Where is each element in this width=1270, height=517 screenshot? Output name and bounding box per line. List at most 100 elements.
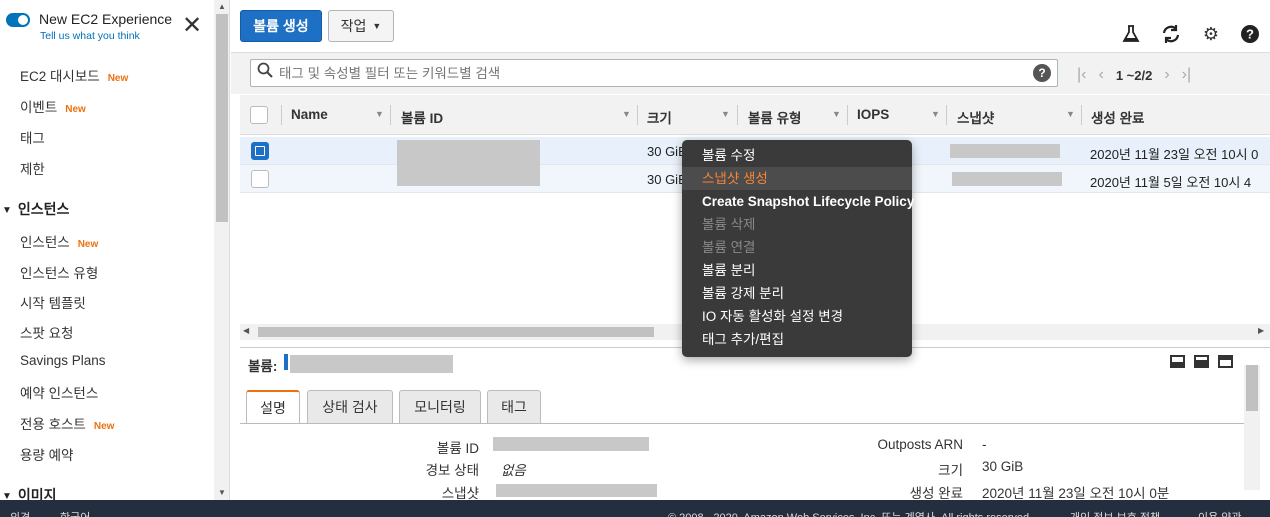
footer-feedback-link[interactable]: 의견 <box>10 509 30 517</box>
pagination: |‹ ‹ 1 ~2/2 › ›| <box>1071 65 1197 85</box>
column-header-name[interactable]: Name <box>291 107 328 122</box>
detail-label: 볼륨: <box>248 359 278 374</box>
footer: 의견 한국어 © 2008 - 2020, Amazon Web Service… <box>0 500 1270 517</box>
sidebar-scrollbar[interactable]: ▲ ▼ <box>214 0 229 500</box>
menu-item-modify-volume[interactable]: 볼륨 수정 <box>682 144 912 167</box>
scroll-right-icon[interactable]: ▶ <box>1258 326 1264 335</box>
first-page-icon[interactable]: |‹ <box>1077 66 1086 84</box>
detail-value-size: 30 GiB <box>982 459 1024 474</box>
sidebar-item-events[interactable]: 이벤트 New <box>20 96 86 116</box>
tab-tags[interactable]: 태그 <box>487 390 541 423</box>
menu-item-attach-volume: 볼륨 연결 <box>702 240 756 255</box>
column-header-volume-id[interactable]: 볼륨 ID <box>401 107 443 127</box>
feedback-link[interactable]: Tell us what you think <box>40 30 140 42</box>
actions-dropdown[interactable]: 작업 ▼ <box>328 10 394 42</box>
scrollbar-thumb[interactable] <box>1246 365 1258 411</box>
scrollbar-thumb[interactable] <box>216 14 228 222</box>
sort-icon[interactable]: ▼ <box>721 109 730 119</box>
sidebar-section-instances[interactable]: ▼ 인스턴스 <box>2 199 69 219</box>
pane-full-icon[interactable] <box>1218 355 1233 368</box>
menu-item-auto-enable-io[interactable]: IO 자동 활성화 설정 변경 <box>682 305 912 328</box>
menu-item-create-lifecycle-policy[interactable]: Create Snapshot Lifecycle Policy <box>682 190 914 213</box>
collapse-triangle-icon: ▼ <box>2 205 12 216</box>
redacted-snapshot <box>952 172 1062 186</box>
column-header-created[interactable]: 생성 완료 <box>1091 107 1144 127</box>
sidebar-section-images[interactable]: ▼ 이미지 <box>2 485 57 500</box>
redacted-volume-id <box>397 162 540 186</box>
new-badge: New <box>107 73 129 84</box>
search-field[interactable]: ? <box>250 59 1058 87</box>
select-all-checkbox[interactable] <box>250 106 268 124</box>
sidebar-item-capacity-reservations[interactable]: 용량 예약 <box>20 444 73 464</box>
menu-item-force-detach[interactable]: 볼륨 강제 분리 <box>682 282 912 305</box>
scroll-left-icon[interactable]: ◀ <box>243 326 249 335</box>
new-experience-toggle[interactable] <box>6 13 30 27</box>
actions-label: 작업 <box>340 18 367 34</box>
help-icon[interactable]: ? <box>1033 64 1051 82</box>
sidebar-item-tags[interactable]: 태그 <box>20 127 45 147</box>
tab-description[interactable]: 설명 <box>246 390 300 424</box>
last-page-icon[interactable]: ›| <box>1182 66 1191 84</box>
tab-underline <box>240 423 1245 424</box>
menu-item-detach-volume[interactable]: 볼륨 분리 <box>682 259 912 282</box>
help-icon[interactable]: ? <box>1238 22 1262 46</box>
sort-icon[interactable]: ▼ <box>931 109 940 119</box>
next-page-icon[interactable]: › <box>1164 66 1169 84</box>
page-count: 1 ~2/2 <box>1115 67 1153 83</box>
detail-value-outposts-arn: - <box>982 437 987 452</box>
sidebar-item-instances[interactable]: 인스턴스 New <box>20 231 98 251</box>
scrollbar-thumb[interactable] <box>258 327 654 337</box>
sidebar-item-launch-templates[interactable]: 시작 템플릿 <box>20 292 86 312</box>
cell-size: 30 GiB <box>647 172 687 187</box>
create-volume-button[interactable]: 볼륨 생성 <box>240 10 322 42</box>
column-header-iops[interactable]: IOPS <box>857 107 889 122</box>
gear-icon[interactable]: ⚙ <box>1199 22 1223 46</box>
sidebar-item-label: 이벤트 <box>20 100 58 115</box>
redacted-snapshot <box>496 484 657 497</box>
flask-icon[interactable] <box>1119 22 1143 46</box>
pane-half-icon[interactable] <box>1194 355 1209 368</box>
tab-monitoring[interactable]: 모니터링 <box>399 390 481 423</box>
sort-icon[interactable]: ▼ <box>1066 109 1075 119</box>
scroll-up-icon[interactable]: ▲ <box>218 2 226 11</box>
footer-language-selector[interactable]: 한국어 <box>60 509 90 517</box>
refresh-icon[interactable] <box>1159 22 1183 46</box>
sidebar-item-label: 인스턴스 유형 <box>20 266 99 281</box>
sidebar-item-limits[interactable]: 제한 <box>20 158 45 178</box>
selection-marker <box>284 354 288 370</box>
column-separator <box>847 105 848 125</box>
section-label: 이미지 <box>17 487 57 500</box>
prev-page-icon[interactable]: ‹ <box>1098 66 1103 84</box>
sort-icon[interactable]: ▼ <box>832 109 841 119</box>
sidebar-item-savings-plans[interactable]: Savings Plans <box>20 353 106 368</box>
sidebar-item-label: 태그 <box>20 131 45 146</box>
row-checkbox[interactable] <box>251 142 269 160</box>
scroll-down-icon[interactable]: ▼ <box>218 488 226 497</box>
sidebar-item-dedicated-hosts[interactable]: 전용 호스트 New <box>20 413 114 433</box>
search-input[interactable] <box>279 63 1019 83</box>
sidebar-item-label: 전용 호스트 <box>20 417 86 432</box>
pane-bottom-icon[interactable] <box>1170 355 1185 368</box>
column-header-snapshot[interactable]: 스냅샷 <box>957 107 994 127</box>
sidebar-item-instance-types[interactable]: 인스턴스 유형 <box>20 262 98 282</box>
sort-icon[interactable]: ▼ <box>375 109 384 119</box>
menu-item-create-snapshot[interactable]: 스냅샷 생성 <box>682 167 912 190</box>
column-header-volume-type[interactable]: 볼륨 유형 <box>748 107 801 127</box>
sidebar-item-reserved-instances[interactable]: 예약 인스턴스 <box>20 382 98 402</box>
menu-item-edit-tags[interactable]: 태그 추가/편집 <box>682 328 912 351</box>
redacted-snapshot <box>950 144 1060 158</box>
detail-key: 경보 상태 <box>425 463 479 478</box>
column-header-size[interactable]: 크기 <box>647 107 672 127</box>
tab-status-checks[interactable]: 상태 검사 <box>307 390 393 423</box>
detail-scrollbar[interactable] <box>1244 365 1260 490</box>
sort-icon[interactable]: ▼ <box>622 109 631 119</box>
row-checkbox[interactable] <box>251 170 269 188</box>
close-icon[interactable]: ✕ <box>182 14 202 38</box>
sidebar-item-ec2-dashboard[interactable]: EC2 대시보드 New <box>20 65 128 85</box>
cell-size: 30 GiB <box>647 144 687 159</box>
sidebar-item-spot-requests[interactable]: 스팟 요청 <box>20 322 73 342</box>
sidebar-item-label: EC2 대시보드 <box>20 69 100 84</box>
column-separator <box>637 105 638 125</box>
footer-privacy-link[interactable]: 개인 정보 보호 정책 <box>1070 509 1160 517</box>
footer-terms-link[interactable]: 이용 약관 <box>1198 509 1242 517</box>
